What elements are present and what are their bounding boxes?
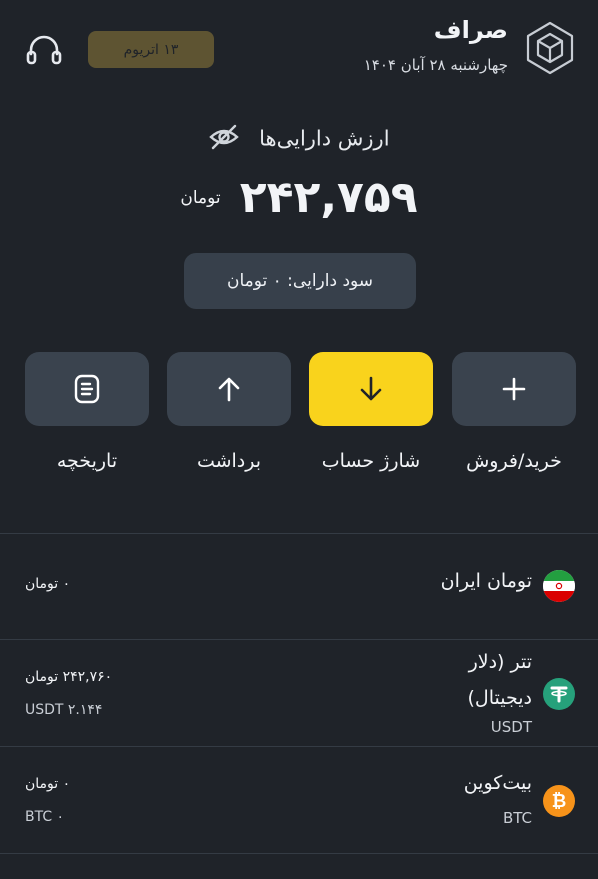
profit-summary: سود دارایی: ۰ تومان (184, 253, 416, 309)
balance-amount: ۲۴۲,۷۵۹ (239, 172, 418, 223)
arrow-up-icon (218, 377, 240, 402)
asset-name: بیت‌کوین (463, 772, 532, 794)
asset-name: تومان ایران (440, 570, 532, 592)
asset-symbol: USDT (490, 718, 532, 736)
support-headset-icon[interactable] (24, 34, 64, 68)
asset-row-usdt[interactable]: تتر (دلار دیجیتال) USDT ۲۴۲,۷۶۰ تومان US… (0, 640, 598, 746)
profit-text: سود دارایی: ۰ تومان (226, 271, 374, 291)
current-date: چهارشنبه ۲۸ آبان ۱۴۰۴ (363, 56, 508, 74)
balance-amount-row: ۲۴۲,۷۵۹ تومان (0, 172, 598, 223)
plus-icon (502, 377, 526, 401)
withdraw-label[interactable]: برداشت (149, 450, 309, 472)
deposit-label[interactable]: شارژ حساب (291, 450, 451, 472)
history-button[interactable] (25, 352, 149, 426)
asset-symbol: BTC (502, 809, 532, 827)
arrow-down-icon (360, 376, 382, 401)
app-logo-icon (526, 21, 574, 75)
asset-value: ۰ تومان (25, 776, 71, 792)
hide-balance-eye-icon[interactable] (208, 124, 240, 155)
asset-value: ۲۴۲,۷۶۰ تومان (25, 669, 113, 685)
list-divider (0, 853, 598, 854)
iran-flag-icon (543, 570, 575, 602)
asset-name: تتر (دلار دیجیتال) (467, 651, 533, 709)
balance-unit: تومان (180, 187, 221, 208)
buy-sell-label[interactable]: خرید/فروش (434, 450, 594, 472)
app-title: صراف (433, 16, 508, 44)
asset-amount: USDT ۲.۱۴۴ (25, 702, 103, 718)
deposit-button[interactable] (309, 352, 433, 426)
asset-amount: BTC ۰ (25, 809, 65, 825)
history-icon (74, 374, 100, 404)
asset-value: ۰ تومان (25, 576, 71, 592)
history-label[interactable]: تاریخچه (7, 450, 167, 472)
ethereum-badge[interactable]: ۱۳ اتریوم (88, 31, 214, 68)
asset-row-toman[interactable]: تومان ایران ۰ تومان (0, 534, 598, 639)
buy-sell-button[interactable] (452, 352, 576, 426)
withdraw-button[interactable] (167, 352, 291, 426)
asset-row-btc[interactable]: ₿ بیت‌کوین BTC ۰ تومان BTC ۰ (0, 747, 598, 853)
balance-label: ارزش دارایی‌ها (259, 126, 390, 151)
balance-label-row: ارزش دارایی‌ها (0, 124, 598, 155)
tether-icon (543, 678, 575, 710)
bitcoin-icon: ₿ (543, 785, 575, 817)
